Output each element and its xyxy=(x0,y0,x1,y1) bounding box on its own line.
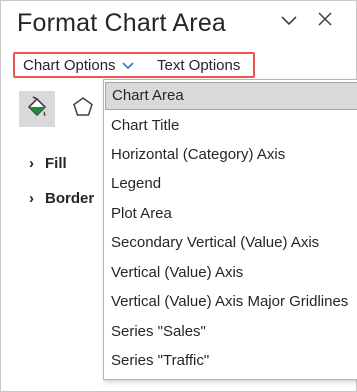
dropdown-item-series-sales[interactable]: Series "Sales" xyxy=(105,318,357,346)
text-options-tab[interactable]: Text Options xyxy=(157,57,240,74)
chart-elements-dropdown: Chart Area Chart Title Horizontal (Categ… xyxy=(103,79,357,380)
dropdown-item-vertical-axis[interactable]: Vertical (Value) Axis xyxy=(105,259,357,287)
dropdown-item-chart-title[interactable]: Chart Title xyxy=(105,112,357,140)
pane-title: Format Chart Area xyxy=(17,9,227,37)
chevron-right-icon: › xyxy=(29,190,34,207)
format-chart-area-pane: Format Chart Area Chart Options Text Opt… xyxy=(0,0,357,392)
chart-options-tab[interactable]: Chart Options xyxy=(23,57,116,74)
chevron-right-icon: › xyxy=(29,155,34,172)
dropdown-item-secondary-vertical-axis[interactable]: Secondary Vertical (Value) Axis xyxy=(105,229,357,257)
fill-section-label: Fill xyxy=(45,155,67,172)
dropdown-item-series-traffic[interactable]: Series "Traffic" xyxy=(105,347,357,375)
dropdown-item-horizontal-axis[interactable]: Horizontal (Category) Axis xyxy=(105,141,357,169)
chart-options-chevron-icon[interactable] xyxy=(121,55,135,79)
dropdown-item-plot-area[interactable]: Plot Area xyxy=(105,200,357,228)
dropdown-item-vertical-gridlines[interactable]: Vertical (Value) Axis Major Gridlines xyxy=(105,288,357,316)
chevron-down-icon[interactable] xyxy=(280,11,298,31)
dropdown-item-legend[interactable]: Legend xyxy=(105,170,357,198)
paint-bucket-icon xyxy=(24,94,50,125)
close-icon[interactable] xyxy=(318,11,332,31)
fill-line-tab[interactable] xyxy=(19,91,55,127)
options-tab-bar: Chart Options Text Options xyxy=(13,52,255,78)
border-section-toggle[interactable]: › Border xyxy=(29,190,94,207)
border-section-label: Border xyxy=(45,190,95,207)
dropdown-item-chart-area[interactable]: Chart Area xyxy=(105,82,357,110)
fill-section-toggle[interactable]: › Fill xyxy=(29,155,67,172)
pentagon-icon xyxy=(70,94,96,125)
effects-tab[interactable] xyxy=(65,91,101,127)
